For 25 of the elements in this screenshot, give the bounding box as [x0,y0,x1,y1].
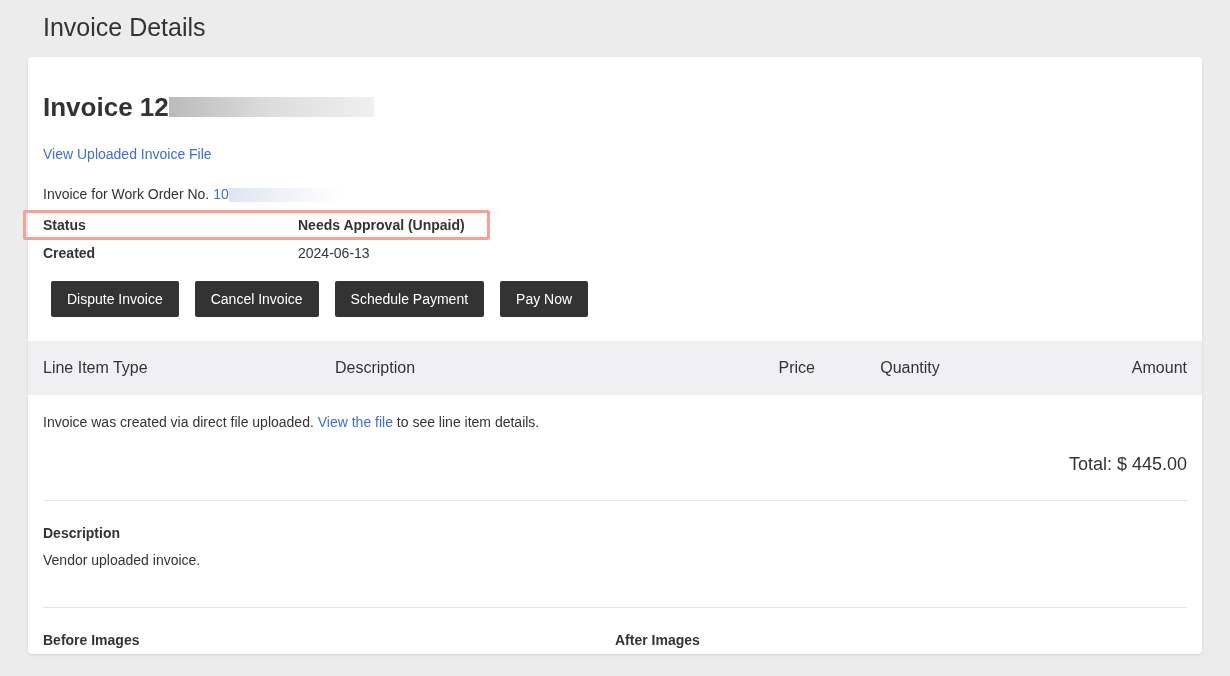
table-note: Invoice was created via direct file uploaded. View the file to see line item details. [43,413,541,432]
column-header: Description [335,358,416,378]
action-button[interactable]: Dispute Invoice [51,281,179,317]
description-label: Description [43,524,120,543]
work-order-link[interactable]: 10 [213,184,229,205]
view-file-link[interactable]: View the file [317,414,393,430]
column-header: Quantity [880,358,940,378]
invoice-total: Total: $ 445.00 [1068,453,1187,476]
images-label: Before Images [43,632,140,648]
field-label: Created [43,244,97,263]
field-value: 2024-06-13 [298,244,370,263]
images-label: After Images [615,632,700,648]
work-order-label: Invoice for Work Order No. [43,185,210,204]
page-title: Invoice Details [43,12,206,43]
action-button[interactable]: Cancel Invoice [194,281,319,317]
file-link[interactable]: View Uploaded Invoice File [43,144,212,165]
invoice-heading: Invoice 12 [43,91,169,124]
column-header: Price [778,358,815,378]
column-header: Line Item Type [43,358,148,378]
field-value: Needs Approval (Unpaid) [298,215,465,235]
description-text: Vendor uploaded invoice. [43,551,202,570]
action-button[interactable]: Pay Now [500,281,589,317]
column-header: Amount [1131,358,1187,378]
action-button[interactable]: Schedule Payment [334,281,485,317]
field-label: Status [43,215,87,235]
